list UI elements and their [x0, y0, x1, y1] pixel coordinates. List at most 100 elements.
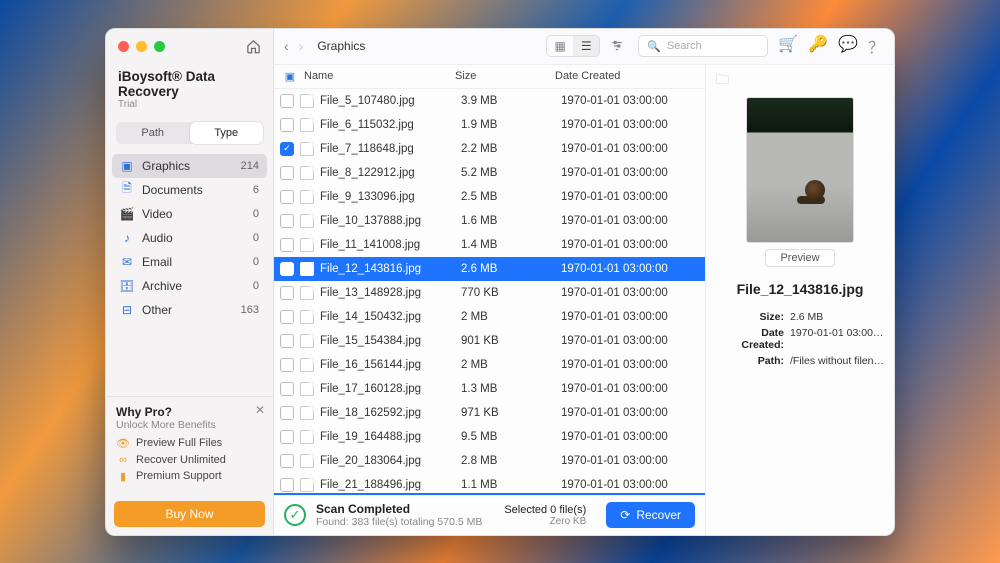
file-icon — [300, 118, 314, 132]
row-checkbox[interactable] — [280, 94, 294, 108]
row-checkbox[interactable] — [280, 454, 294, 468]
file-row[interactable]: File_8_122912.jpg5.2 MB1970-01-01 03:00:… — [274, 161, 705, 185]
file-row[interactable]: File_16_156144.jpg2 MB1970-01-01 03:00:0… — [274, 353, 705, 377]
cart-icon[interactable]: 🛒 — [778, 34, 798, 58]
sidebar-category-email[interactable]: ✉Email0 — [112, 250, 267, 274]
promo-title: Why Pro? — [116, 405, 263, 419]
file-rows[interactable]: File_5_107480.jpg3.9 MB1970-01-01 03:00:… — [274, 89, 705, 493]
file-icon — [300, 166, 314, 180]
row-checkbox[interactable] — [280, 478, 294, 492]
promo-item-label: Preview Full Files — [136, 437, 222, 449]
file-row[interactable]: File_9_133096.jpg2.5 MB1970-01-01 03:00:… — [274, 185, 705, 209]
row-checkbox[interactable] — [280, 190, 294, 204]
status-title: Scan Completed — [316, 502, 482, 516]
feedback-icon[interactable]: 💬 — [838, 34, 858, 58]
file-date: 1970-01-01 03:00:00 — [561, 335, 705, 347]
file-date: 1970-01-01 03:00:00 — [561, 311, 705, 323]
file-row[interactable]: File_19_164488.jpg9.5 MB1970-01-01 03:00… — [274, 425, 705, 449]
grid-view-icon[interactable]: ▦ — [547, 36, 573, 56]
help-icon[interactable]: ？ — [868, 34, 884, 58]
minimize-window-button[interactable] — [136, 41, 147, 52]
column-headers[interactable]: ▣ Name Size Date Created — [274, 65, 705, 89]
row-checkbox[interactable] — [280, 382, 294, 396]
file-row[interactable]: File_15_154384.jpg901 KB1970-01-01 03:00… — [274, 329, 705, 353]
column-size[interactable]: Size — [455, 70, 555, 82]
folder-collapse-icon[interactable]: ▣ — [280, 70, 300, 83]
file-date: 1970-01-01 03:00:00 — [561, 479, 705, 491]
promo-item-label: Recover Unlimited — [136, 454, 226, 466]
nav-back-icon[interactable]: ‹ — [284, 38, 289, 54]
file-name: File_18_162592.jpg — [320, 407, 461, 419]
row-checkbox[interactable] — [280, 214, 294, 228]
app-title: iBoysoft® Data Recovery — [106, 65, 273, 99]
sidebar-category-audio[interactable]: ♪Audio0 — [112, 226, 267, 250]
file-icon — [300, 478, 314, 492]
file-size: 1.1 MB — [461, 479, 561, 491]
category-count: 0 — [253, 280, 259, 292]
file-row[interactable]: ✓File_7_118648.jpg2.2 MB1970-01-01 03:00… — [274, 137, 705, 161]
preview-folder-icon[interactable]: 🗀 — [716, 71, 884, 93]
file-name: File_13_148928.jpg — [320, 287, 461, 299]
segmented-path[interactable]: Path — [116, 122, 190, 144]
row-checkbox[interactable] — [280, 238, 294, 252]
file-row[interactable]: File_21_188496.jpg1.1 MB1970-01-01 03:00… — [274, 473, 705, 493]
row-checkbox[interactable] — [280, 334, 294, 348]
recover-label: Recover — [636, 508, 681, 522]
segmented-type[interactable]: Type — [190, 122, 264, 144]
view-mode-segmented[interactable]: ▦ ☰ — [546, 35, 600, 57]
file-size: 2.2 MB — [461, 143, 561, 155]
breadcrumb: Graphics — [317, 39, 365, 53]
promo-close-icon[interactable]: ✕ — [255, 403, 265, 417]
row-checkbox[interactable] — [280, 310, 294, 324]
column-date[interactable]: Date Created — [555, 70, 705, 82]
row-checkbox[interactable] — [280, 166, 294, 180]
file-date: 1970-01-01 03:00:00 — [561, 215, 705, 227]
preview-thumbnail[interactable] — [746, 97, 854, 243]
row-checkbox[interactable] — [280, 406, 294, 420]
buy-now-button[interactable]: Buy Now — [114, 501, 265, 527]
row-checkbox[interactable] — [280, 430, 294, 444]
file-name: File_14_150432.jpg — [320, 311, 461, 323]
row-checkbox[interactable] — [280, 262, 294, 276]
file-size: 2 MB — [461, 359, 561, 371]
recover-button[interactable]: ⟳ Recover — [606, 502, 695, 528]
promo-item: 👁Preview Full Files — [116, 437, 263, 450]
preview-button[interactable]: Preview — [765, 249, 834, 267]
content-split: ▣ Name Size Date Created File_5_107480.j… — [274, 65, 894, 535]
file-size: 2.6 MB — [461, 263, 561, 275]
key-icon[interactable]: 🔑 — [808, 34, 828, 58]
file-row[interactable]: File_14_150432.jpg2 MB1970-01-01 03:00:0… — [274, 305, 705, 329]
home-icon[interactable] — [246, 39, 261, 54]
category-label: Audio — [142, 231, 173, 245]
file-row[interactable]: File_11_141008.jpg1.4 MB1970-01-01 03:00… — [274, 233, 705, 257]
row-checkbox[interactable]: ✓ — [280, 142, 294, 156]
file-row[interactable]: File_12_143816.jpg2.6 MB1970-01-01 03:00… — [274, 257, 705, 281]
file-row[interactable]: File_6_115032.jpg1.9 MB1970-01-01 03:00:… — [274, 113, 705, 137]
file-row[interactable]: File_13_148928.jpg770 KB1970-01-01 03:00… — [274, 281, 705, 305]
file-row[interactable]: File_10_137888.jpg1.6 MB1970-01-01 03:00… — [274, 209, 705, 233]
row-checkbox[interactable] — [280, 286, 294, 300]
file-icon — [300, 334, 314, 348]
close-window-button[interactable] — [118, 41, 129, 52]
path-type-segmented[interactable]: Path Type — [116, 122, 263, 144]
sidebar-category-documents[interactable]: 🗎Documents6 — [112, 178, 267, 202]
file-row[interactable]: File_20_183064.jpg2.8 MB1970-01-01 03:00… — [274, 449, 705, 473]
file-date: 1970-01-01 03:00:00 — [561, 383, 705, 395]
list-view-icon[interactable]: ☰ — [573, 36, 599, 56]
search-input[interactable]: 🔍 Search — [638, 35, 768, 57]
maximize-window-button[interactable] — [154, 41, 165, 52]
sidebar-category-other[interactable]: ⊟Other163 — [112, 298, 267, 322]
nav-forward-icon[interactable]: › — [299, 38, 304, 54]
filter-icon[interactable] — [610, 39, 628, 53]
category-count: 163 — [241, 304, 259, 316]
file-row[interactable]: File_18_162592.jpg971 KB1970-01-01 03:00… — [274, 401, 705, 425]
sidebar-category-video[interactable]: 🎬Video0 — [112, 202, 267, 226]
file-row[interactable]: File_17_160128.jpg1.3 MB1970-01-01 03:00… — [274, 377, 705, 401]
column-name[interactable]: Name — [300, 70, 455, 82]
file-icon — [300, 406, 314, 420]
row-checkbox[interactable] — [280, 118, 294, 132]
file-row[interactable]: File_5_107480.jpg3.9 MB1970-01-01 03:00:… — [274, 89, 705, 113]
sidebar-category-archive[interactable]: 🗄Archive0 — [112, 274, 267, 298]
row-checkbox[interactable] — [280, 358, 294, 372]
sidebar-category-graphics[interactable]: ▣Graphics214 — [112, 154, 267, 178]
